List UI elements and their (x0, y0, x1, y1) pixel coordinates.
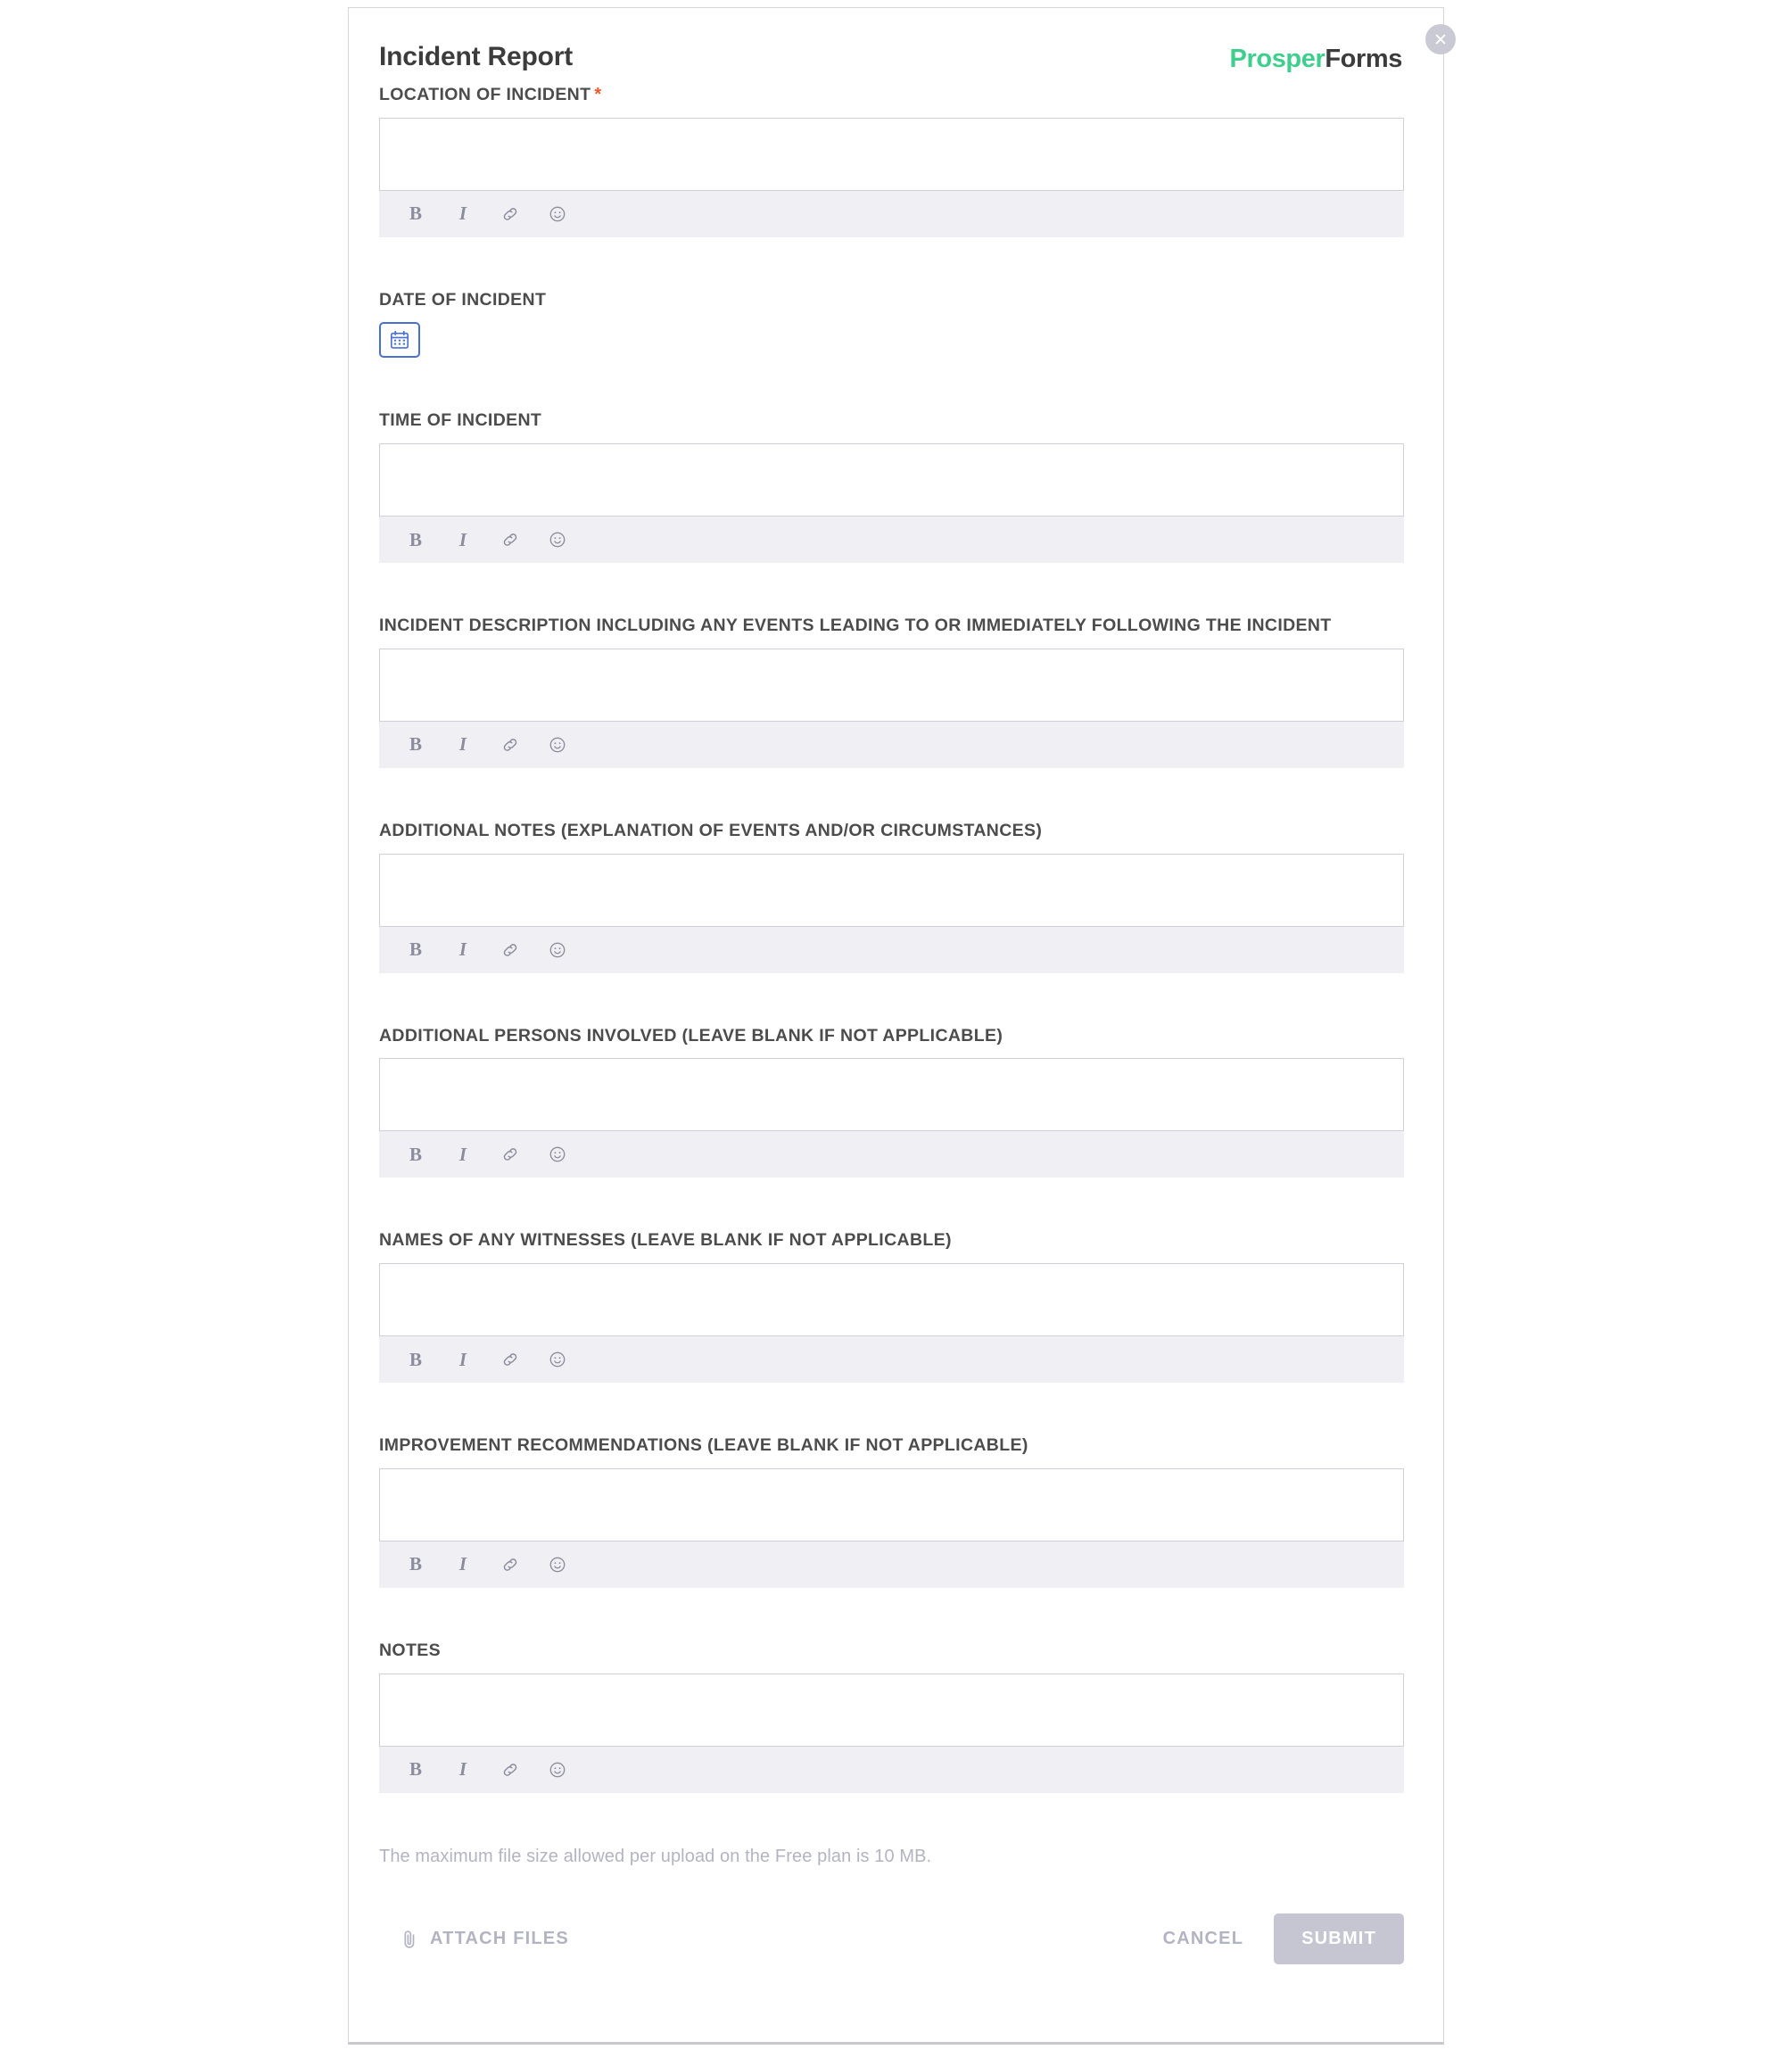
link-icon[interactable] (499, 1553, 522, 1576)
italic-icon[interactable]: I (451, 1348, 475, 1371)
bold-icon[interactable]: B (404, 1143, 427, 1166)
field-label-time-of-incident: TIME OF INCIDENT (379, 410, 542, 431)
field-label-date-of-incident: DATE OF INCIDENT (379, 289, 547, 310)
cancel-button[interactable]: CANCEL (1163, 1929, 1244, 1949)
bold-icon[interactable]: B (404, 528, 427, 551)
italic-icon[interactable]: I (451, 202, 475, 226)
link-icon[interactable] (499, 1348, 522, 1371)
field-label-incident-description: INCIDENT DESCRIPTION INCLUDING ANY EVENT… (379, 616, 1332, 636)
emoji-icon[interactable] (546, 1553, 569, 1576)
field-date-of-incident: DATE OF INCIDENT (379, 289, 1404, 359)
file-size-note: The maximum file size allowed per upload… (379, 1846, 932, 1866)
form-footer: ATTACH FILES CANCEL SUBMIT (379, 1901, 1404, 1978)
calendar-icon[interactable] (379, 322, 420, 359)
toolbar-incident-description: BI (379, 721, 1404, 768)
link-icon[interactable] (499, 528, 522, 551)
toolbar-additional-notes: BI (379, 926, 1404, 973)
attach-files-label: ATTACH FILES (430, 1929, 569, 1949)
bold-icon[interactable]: B (404, 1758, 427, 1781)
paperclip-icon (401, 1929, 418, 1950)
toolbar-time-of-incident: BI (379, 517, 1404, 564)
card-header: Incident Report ProsperForms (379, 42, 1404, 83)
bold-icon[interactable]: B (404, 202, 427, 226)
bold-icon[interactable]: B (404, 733, 427, 756)
link-icon[interactable] (499, 938, 522, 962)
toolbar-location-of-incident: BI (379, 190, 1404, 237)
field-incident-description: INCIDENT DESCRIPTION INCLUDING ANY EVENT… (379, 615, 1404, 768)
link-icon[interactable] (499, 1143, 522, 1166)
emoji-icon[interactable] (546, 528, 569, 551)
required-asterisk: * (594, 85, 602, 104)
italic-icon[interactable]: I (451, 733, 475, 756)
logo-prosper-text: Prosper (1229, 45, 1325, 73)
attach-files-button[interactable]: ATTACH FILES (401, 1929, 569, 1950)
field-additional-persons-involved: ADDITIONAL PERSONS INVOLVED (LEAVE BLANK… (379, 1025, 1404, 1178)
submit-button[interactable]: SUBMIT (1274, 1913, 1404, 1965)
link-icon[interactable] (499, 202, 522, 226)
field-label-additional-notes: ADDITIONAL NOTES (EXPLANATION OF EVENTS … (379, 820, 1043, 840)
bold-icon[interactable]: B (404, 1348, 427, 1371)
toolbar-improvement-recommendations: BI (379, 1541, 1404, 1588)
emoji-icon[interactable] (546, 202, 569, 226)
field-spacer (379, 1178, 1404, 1229)
incident-report-card: Incident Report ProsperForms LOCATION OF… (348, 7, 1456, 2045)
field-spacer (379, 237, 1404, 289)
field-label-names-of-any-witnesses: NAMES OF ANY WITNESSES (LEAVE BLANK IF N… (379, 1230, 952, 1251)
field-label-location-of-incident: LOCATION OF INCIDENT * (379, 85, 602, 104)
field-spacer (379, 563, 1404, 615)
bold-icon[interactable]: B (404, 938, 427, 962)
italic-icon[interactable]: I (451, 1758, 475, 1781)
page-title: Incident Report (379, 42, 574, 71)
input-improvement-recommendations[interactable] (379, 1467, 1404, 1541)
toolbar-names-of-any-witnesses: BI (379, 1336, 1404, 1384)
input-additional-notes[interactable] (379, 853, 1404, 927)
prosperforms-logo: ProsperForms (1229, 45, 1403, 74)
field-spacer (379, 1383, 1404, 1434)
input-additional-persons-involved[interactable] (379, 1058, 1404, 1132)
field-spacer (379, 973, 1404, 1025)
emoji-icon[interactable] (546, 1348, 569, 1371)
emoji-icon[interactable] (546, 938, 569, 962)
field-names-of-any-witnesses: NAMES OF ANY WITNESSES (LEAVE BLANK IF N… (379, 1229, 1404, 1384)
toolbar-additional-persons-involved: BI (379, 1131, 1404, 1178)
italic-icon[interactable]: I (451, 938, 475, 962)
emoji-icon[interactable] (546, 1143, 569, 1166)
field-label-improvement-recommendations: IMPROVEMENT RECOMMENDATIONS (LEAVE BLANK… (379, 1435, 1028, 1456)
input-location-of-incident[interactable] (379, 117, 1404, 191)
field-label-additional-persons-involved: ADDITIONAL PERSONS INVOLVED (LEAVE BLANK… (379, 1025, 1003, 1046)
close-icon[interactable] (1425, 24, 1456, 54)
field-location-of-incident: LOCATION OF INCIDENT * B I (379, 83, 1404, 237)
italic-icon[interactable]: I (451, 1553, 475, 1576)
field-spacer (379, 768, 1404, 820)
input-incident-description[interactable] (379, 648, 1404, 722)
toolbar-notes: BI (379, 1746, 1404, 1793)
field-time-of-incident: TIME OF INCIDENT B I (379, 409, 1404, 564)
field-label-notes: NOTES (379, 1640, 441, 1660)
italic-icon[interactable]: I (451, 528, 475, 551)
logo-forms-text: Forms (1325, 45, 1402, 73)
emoji-icon[interactable] (546, 1758, 569, 1781)
field-notes: NOTES B I (379, 1640, 1404, 1793)
field-spacer (379, 1588, 1404, 1640)
input-names-of-any-witnesses[interactable] (379, 1263, 1404, 1337)
link-icon[interactable] (499, 1758, 522, 1781)
field-spacer (379, 358, 1404, 409)
bold-icon[interactable]: B (404, 1553, 427, 1576)
field-improvement-recommendations: IMPROVEMENT RECOMMENDATIONS (LEAVE BLANK… (379, 1434, 1404, 1588)
emoji-icon[interactable] (546, 733, 569, 756)
input-time-of-incident[interactable] (379, 443, 1404, 517)
italic-icon[interactable]: I (451, 1143, 475, 1166)
input-notes[interactable] (379, 1673, 1404, 1747)
fields-container: LOCATION OF INCIDENT * B I DATE OF INCIDENT T… (379, 83, 1404, 1793)
field-additional-notes: ADDITIONAL NOTES (EXPLANATION OF EVENTS … (379, 820, 1404, 973)
link-icon[interactable] (499, 733, 522, 756)
